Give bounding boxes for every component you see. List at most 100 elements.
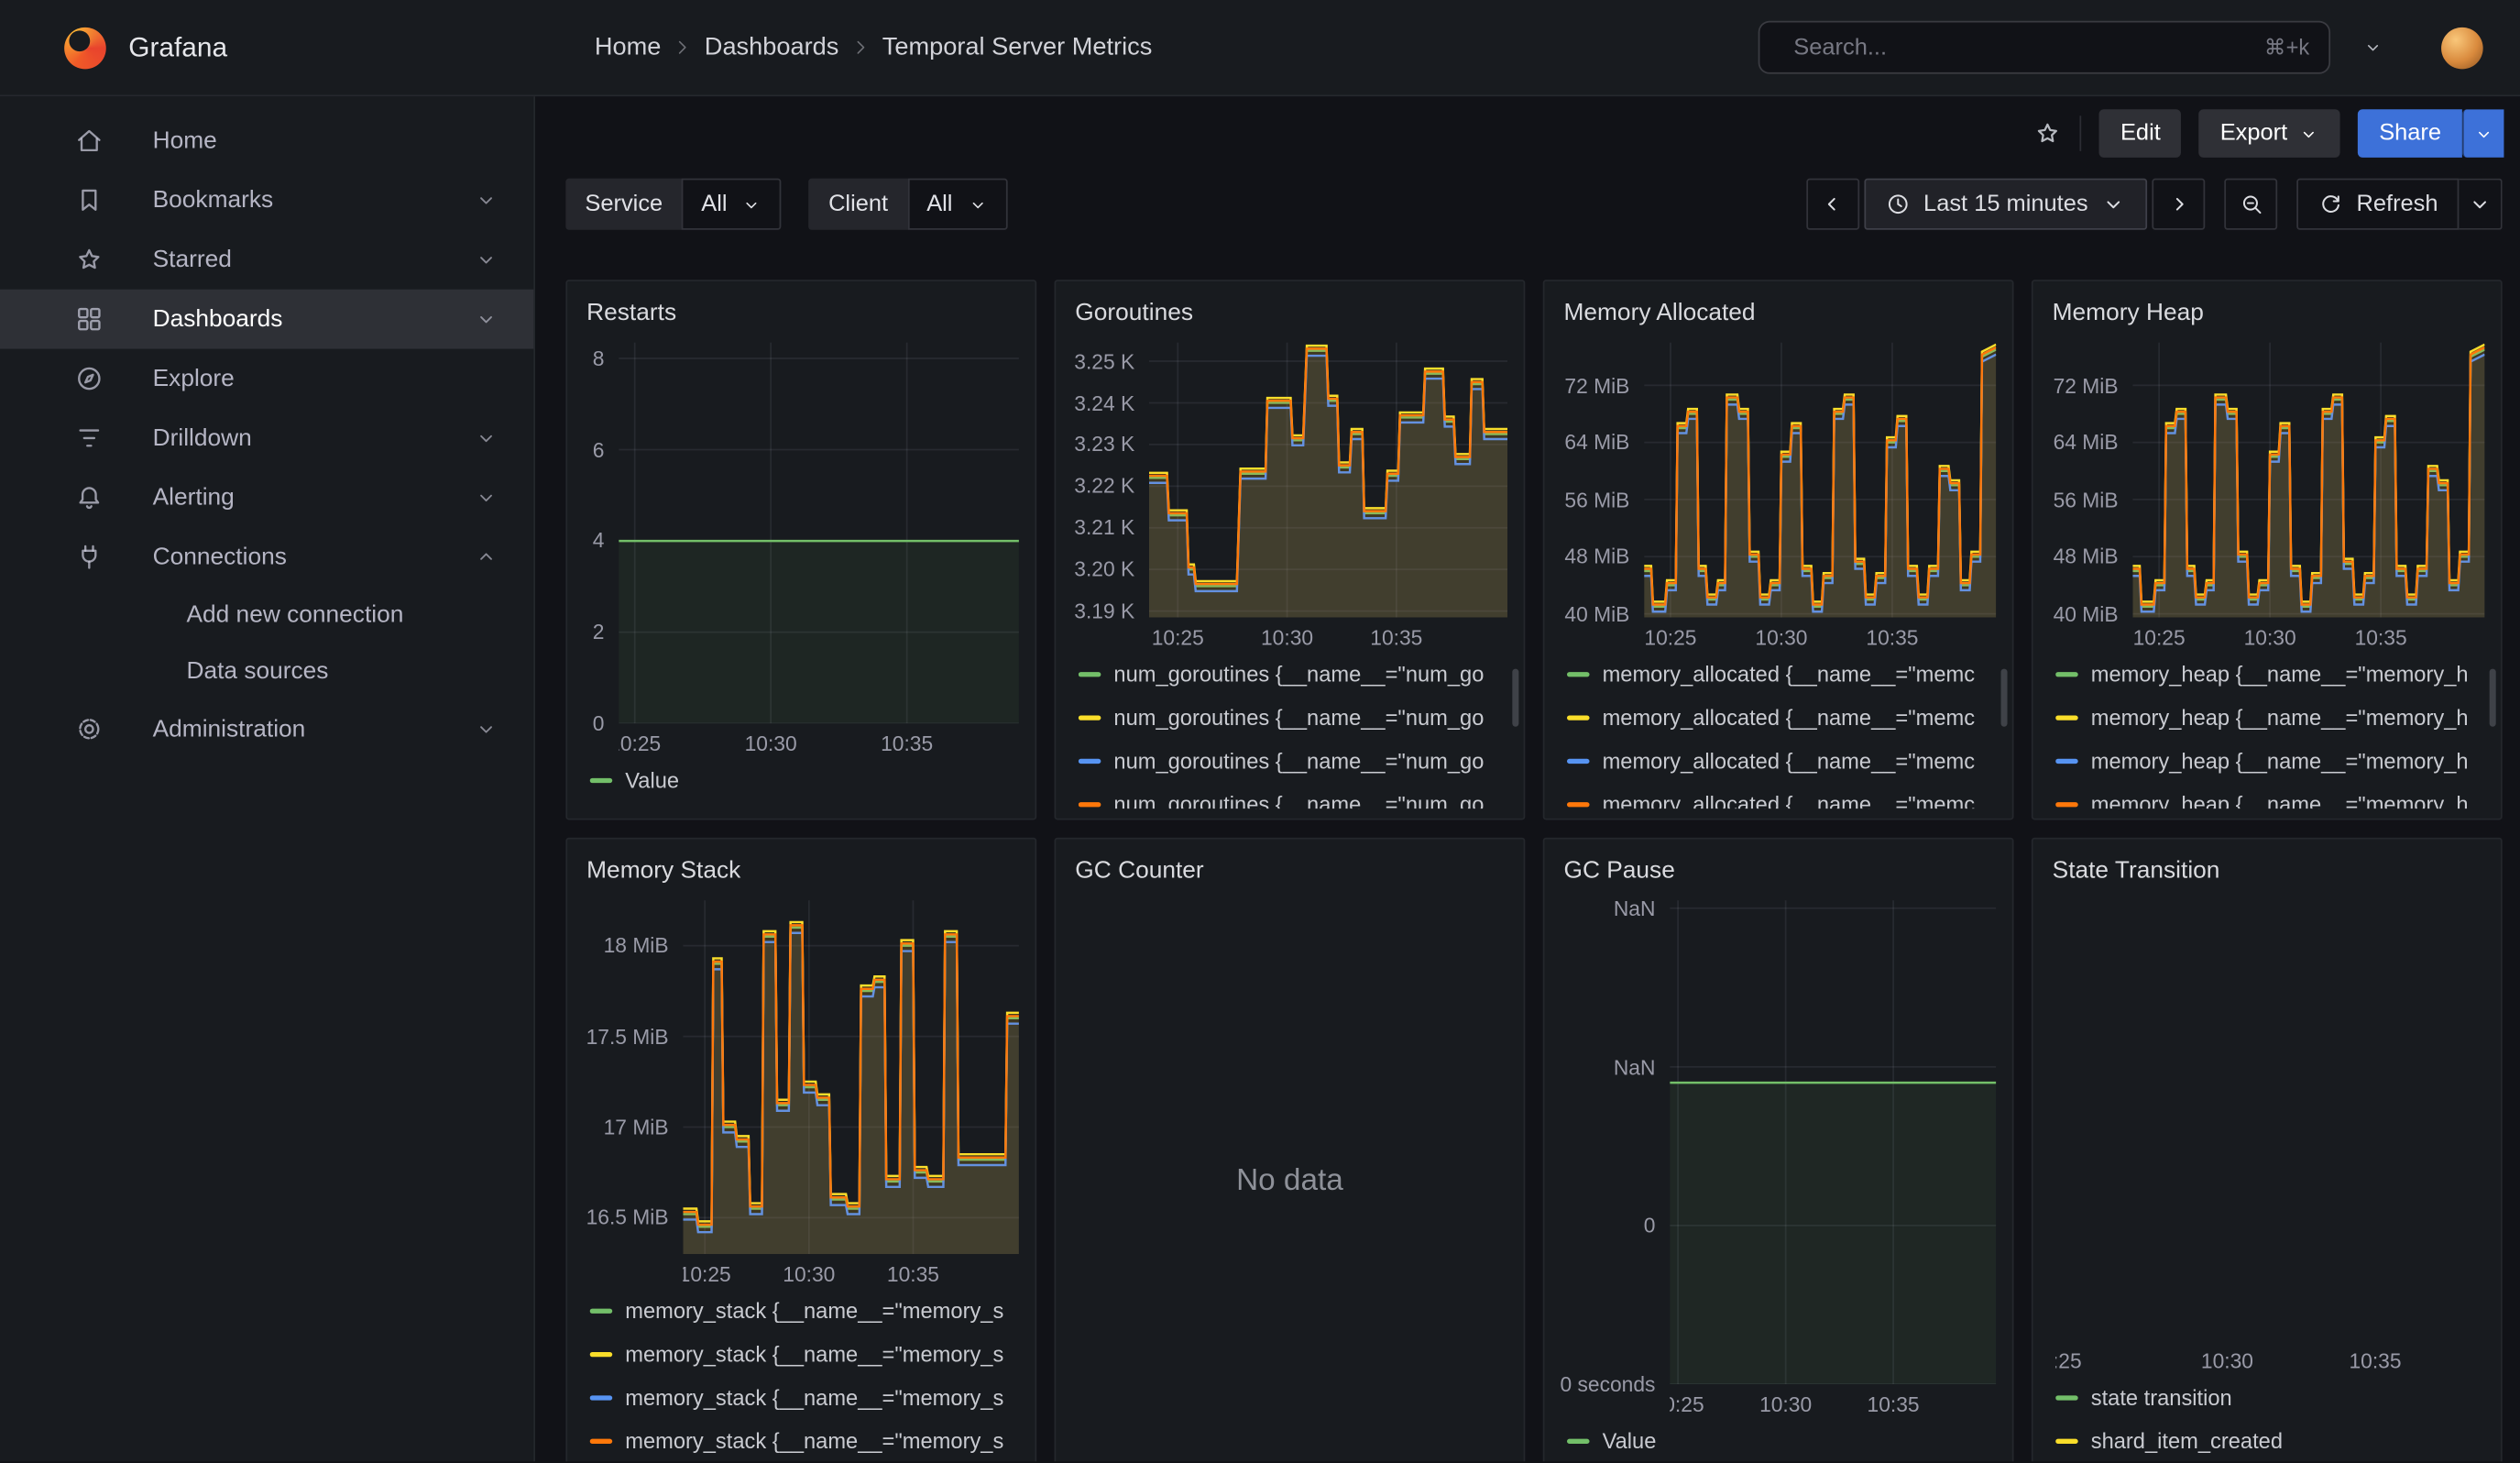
legend-item[interactable]: memory_stack {__name__="memory_s [590, 1382, 1019, 1413]
legend-item[interactable]: num_goroutines {__name__="num_go [1079, 702, 1507, 732]
legend-item[interactable]: memory_allocated {__name__="memc [1567, 789, 1996, 808]
legend: Value [567, 762, 1035, 808]
sidebar-item-drilldown[interactable]: Drilldown [0, 408, 533, 468]
sidebar-item-explore[interactable]: Explore [0, 349, 533, 409]
sidebar-item-administration[interactable]: Administration [0, 699, 533, 759]
legend-item[interactable]: num_goroutines {__name__="num_go [1079, 746, 1507, 776]
legend-item[interactable]: memory_stack {__name__="memory_s [590, 1426, 1019, 1457]
variable-service-select[interactable]: All [682, 179, 782, 230]
panel-title[interactable]: Memory Stack [567, 852, 1035, 895]
y-axis-tick: 3.19 K [1074, 599, 1134, 622]
x-axis-tick: 10:30 [2201, 1348, 2253, 1372]
panel-title[interactable]: Restarts [567, 294, 1035, 336]
legend-item[interactable]: Value [1567, 1426, 1996, 1457]
sidebar-list: HomeBookmarksStarredDashboards Explore Dri… [0, 111, 533, 759]
panel-state-transition: State Transition10:2510:3010:35state tra… [2032, 838, 2503, 1461]
time-shift-forward-button[interactable] [2153, 179, 2206, 230]
y-axis-tick: 17.5 MiB [586, 1024, 669, 1048]
time-range-picker[interactable]: Last 15 minutes [1864, 179, 2147, 230]
grafana-logo-icon[interactable] [64, 27, 106, 69]
y-axis: 86420 [580, 343, 619, 724]
legend-item[interactable]: memory_stack {__name__="memory_s [590, 1339, 1019, 1370]
sidebar-item-bookmarks[interactable]: Bookmarks [0, 170, 533, 230]
panel-title[interactable]: GC Counter [1056, 852, 1523, 895]
series-color-marker [590, 1395, 613, 1401]
x-axis-tick: 10:25 [619, 732, 661, 755]
home-icon [74, 126, 104, 156]
series-color-marker [590, 1352, 613, 1358]
sidebar-item-add-new-connection[interactable]: Add new connection [0, 587, 533, 643]
legend-item[interactable]: memory_allocated {__name__="memc [1567, 659, 1996, 689]
chart-area[interactable] [1149, 343, 1507, 618]
viewport: Grafana Home Dashboards Temporal Server … [0, 0, 2520, 1463]
legend-scrollbar[interactable] [2490, 669, 2496, 727]
sidebar-item-dashboards[interactable]: Dashboards [0, 290, 533, 349]
chart-area[interactable] [683, 900, 1019, 1254]
series-color-marker [1079, 802, 1101, 808]
legend-item[interactable]: memory_heap {__name__="memory_h [2055, 789, 2484, 808]
legend-item[interactable]: memory_heap {__name__="memory_h [2055, 659, 2484, 689]
chevron-right-icon [850, 37, 871, 58]
legend-item[interactable]: shard_item_created [2055, 1426, 2484, 1457]
share-button[interactable]: Share [2358, 109, 2461, 158]
y-axis-tick: 64 MiB [1564, 430, 1629, 454]
legend-item[interactable]: num_goroutines {__name__="num_go [1079, 659, 1507, 689]
legend-item[interactable]: memory_heap {__name__="memory_h [2055, 702, 2484, 732]
search-input[interactable] [1793, 35, 2250, 60]
share-menu-button[interactable] [2462, 109, 2504, 158]
panel-title[interactable]: Memory Allocated [1544, 294, 2011, 336]
legend-item[interactable]: memory_stack {__name__="memory_s [590, 1296, 1019, 1326]
legend-item[interactable]: state transition [2055, 1382, 2484, 1413]
chart-area[interactable] [2055, 900, 2484, 1341]
time-shift-back-button[interactable] [1806, 179, 1859, 230]
sidebar-item-label: Explore [153, 365, 235, 392]
chart-area[interactable] [1670, 900, 1996, 1384]
sidebar-item-data-sources[interactable]: Data sources [0, 644, 533, 699]
chevron-down-icon [474, 717, 498, 741]
sidebar-item-home[interactable]: Home [0, 111, 533, 170]
legend-item[interactable]: Value [590, 765, 1019, 796]
variable-client-select[interactable]: All [907, 179, 1007, 230]
panel-title[interactable]: GC Pause [1544, 852, 2011, 895]
export-button[interactable]: Export [2199, 109, 2340, 158]
refresh-icon [2317, 192, 2343, 217]
panel-title[interactable]: State Transition [2033, 852, 2501, 895]
legend-item[interactable]: memory_allocated {__name__="memc [1567, 702, 1996, 732]
y-axis-tick: 0 seconds [1561, 1372, 1656, 1396]
user-avatar[interactable] [2441, 27, 2483, 69]
sidebar-item-starred[interactable]: Starred [0, 230, 533, 290]
sidebar-item-alerting[interactable]: Alerting [0, 468, 533, 527]
chart-area[interactable] [1644, 343, 1996, 618]
y-axis: 18 MiB17.5 MiB17 MiB16.5 MiB [580, 900, 683, 1254]
legend: memory_heap {__name__="memory_h memory_he… [2033, 656, 2501, 809]
refresh-button[interactable]: Refresh [2297, 179, 2460, 230]
favorite-star-button[interactable] [2033, 119, 2063, 148]
sidebar-item-connections[interactable]: Connections [0, 527, 533, 587]
chevron-left-icon [1820, 192, 1846, 217]
search-box[interactable]: ⌘+k [1759, 21, 2330, 74]
panel-title[interactable]: Memory Heap [2033, 294, 2501, 336]
share-split-button: Share [2358, 109, 2504, 158]
legend-scrollbar[interactable] [2001, 669, 2008, 727]
x-axis-tick: 10:25 [683, 1262, 730, 1286]
legend-scrollbar[interactable] [1512, 669, 1518, 727]
y-axis-tick: 3.25 K [1074, 349, 1134, 373]
chart-area[interactable] [619, 343, 1019, 724]
add-new-button[interactable] [2360, 37, 2383, 58]
zoom-out-button[interactable] [2225, 179, 2278, 230]
chart-area[interactable] [2132, 343, 2484, 618]
refresh-interval-button[interactable] [2459, 179, 2502, 230]
y-axis: 72 MiB64 MiB56 MiB48 MiB40 MiB [1557, 343, 1644, 618]
panel-title[interactable]: Goroutines [1056, 294, 1523, 336]
legend-item[interactable]: memory_allocated {__name__="memc [1567, 746, 1996, 776]
breadcrumb-item-dashboards[interactable]: Dashboards [705, 33, 839, 62]
breadcrumb-item-home[interactable]: Home [595, 33, 662, 62]
edit-button[interactable]: Edit [2099, 109, 2181, 158]
panel-gc-counter: GC CounterNo data [1055, 838, 1526, 1461]
chevron-down-icon [2101, 192, 2127, 217]
series-color-marker [1567, 1438, 1590, 1444]
legend-item[interactable]: num_goroutines {__name__="num_go [1079, 789, 1507, 808]
legend-item[interactable]: memory_heap {__name__="memory_h [2055, 746, 2484, 776]
chevron-down-icon [474, 248, 498, 271]
y-axis-tick: 40 MiB [2054, 601, 2119, 625]
